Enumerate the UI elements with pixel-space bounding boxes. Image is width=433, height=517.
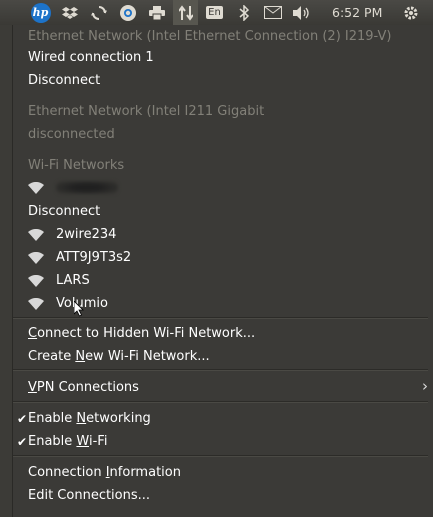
enable-networking-item[interactable]: ✔ Enable Networking (17, 411, 151, 427)
wired1-header: Ethernet Network (Intel Ethernet Connect… (28, 29, 392, 44)
wifi-signal-icon (28, 181, 44, 194)
edit-connections-item[interactable]: Edit Connections... (28, 488, 150, 504)
hp-logo-icon[interactable]: hp (28, 0, 53, 25)
blurred-ssid (56, 181, 118, 194)
item-text-post: etworking (86, 411, 151, 426)
mail-icon[interactable] (260, 0, 285, 25)
wifi-header: Wi-Fi Networks (28, 158, 125, 173)
wifi-network-label: ATT9J9T3s2 (56, 250, 132, 265)
wired2-header: Ethernet Network (Intel I211 Gigabit (28, 104, 265, 119)
wifi-connected-network[interactable] (28, 181, 118, 194)
wired1-disconnect-item[interactable]: Disconnect (28, 73, 100, 89)
network-menu: Ethernet Network (Intel Ethernet Connect… (12, 25, 433, 517)
volume-icon[interactable] (289, 0, 314, 25)
wifi-signal-icon (28, 275, 44, 287)
dropbox-icon[interactable] (57, 0, 82, 25)
item-text-post: onnect to Hidden Wi-Fi Network... (37, 326, 256, 341)
wifi-network-item[interactable]: 2wire234 (28, 227, 116, 243)
wifi-signal-icon (28, 298, 44, 310)
mnemonic-letter: N (75, 349, 86, 364)
chrome-icon[interactable] (115, 0, 140, 25)
sync-icon[interactable] (86, 0, 111, 25)
enable-wifi-item[interactable]: ✔ Enable Wi-Fi (17, 434, 108, 450)
create-new-wifi-item[interactable]: Create New Wi-Fi Network... (28, 349, 210, 365)
mnemonic-letter: V (28, 380, 37, 395)
wifi-network-item[interactable]: LARS (28, 273, 90, 289)
top-panel: hp En 6:52 PM (0, 0, 433, 25)
menu-separator (13, 317, 428, 318)
item-text-pre: Enable (28, 434, 77, 449)
keyboard-layout-label: En (206, 6, 223, 19)
wifi-signal-icon (28, 229, 44, 241)
wifi-network-item[interactable]: ATT9J9T3s2 (28, 250, 131, 266)
menu-separator (13, 455, 428, 456)
bluetooth-icon[interactable] (231, 0, 256, 25)
mnemonic-letter: C (28, 326, 38, 341)
mnemonic-letter: N (76, 411, 87, 426)
wifi-network-item[interactable]: Volumio (28, 296, 108, 312)
wifi-network-label: 2wire234 (56, 227, 117, 242)
hp-logo: hp (30, 2, 51, 23)
connect-hidden-wifi-item[interactable]: Connect to Hidden Wi-Fi Network... (28, 326, 255, 342)
vpn-connections-item[interactable]: VPN Connections (28, 380, 139, 396)
checkmark-icon: ✔ (17, 412, 28, 426)
network-arrows-icon[interactable] (173, 0, 198, 25)
chevron-right-icon: › (422, 377, 428, 395)
clock[interactable]: 6:52 PM (332, 5, 382, 20)
item-text-post: ew Wi-Fi Network... (85, 349, 210, 364)
item-text-pre: Create (28, 349, 76, 364)
item-text-pre: Enable (28, 411, 77, 426)
keyboard-layout-icon[interactable]: En (202, 0, 227, 25)
menu-separator (13, 401, 428, 402)
mouse-cursor-icon (74, 301, 84, 317)
item-text-post: nformation (109, 465, 181, 480)
connection-information-item[interactable]: Connection Information (28, 465, 181, 481)
wired2-status: disconnected (28, 127, 115, 142)
wifi-disconnect-item[interactable]: Disconnect (28, 204, 100, 220)
menu-separator (13, 369, 428, 370)
item-text-post: PN Connections (36, 380, 139, 395)
wifi-network-label: LARS (56, 273, 90, 288)
item-text-post: i-Fi (89, 434, 108, 449)
mnemonic-letter: W (76, 434, 89, 449)
gear-icon[interactable] (398, 0, 423, 25)
item-text-pre: Connection (28, 465, 106, 480)
wifi-signal-icon (28, 252, 44, 264)
printer-icon[interactable] (144, 0, 169, 25)
checkmark-icon: ✔ (17, 435, 28, 449)
wired-connection-1-item[interactable]: Wired connection 1 (28, 50, 154, 66)
